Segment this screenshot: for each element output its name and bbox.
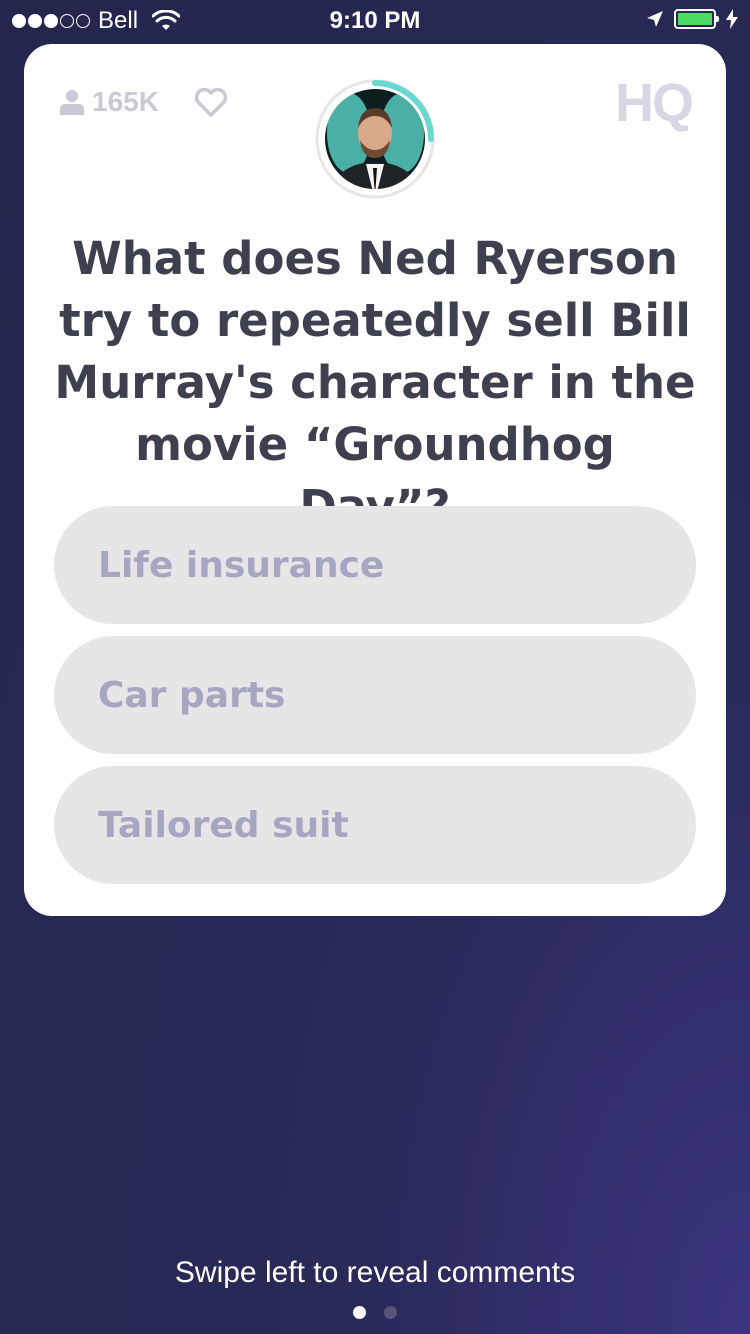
location-arrow-icon bbox=[647, 11, 663, 27]
status-bar: Bell 9:10 PM bbox=[0, 0, 750, 40]
viewer-count-label: 165K bbox=[92, 86, 159, 117]
battery-icon bbox=[674, 9, 719, 29]
viewer-count: 165K bbox=[60, 86, 159, 118]
answer-option-3[interactable]: Tailored suit bbox=[54, 766, 696, 884]
battery-level bbox=[678, 13, 712, 25]
answer-label: Life insurance bbox=[98, 544, 385, 586]
answer-option-1[interactable]: Life insurance bbox=[54, 506, 696, 624]
status-time: 9:10 PM bbox=[329, 7, 421, 34]
person-icon bbox=[60, 90, 84, 115]
question-card: 165K HQ What does Ned Ryerson try to rep… bbox=[24, 44, 726, 916]
page-dot[interactable] bbox=[353, 1306, 366, 1319]
heart-icon[interactable] bbox=[194, 88, 228, 118]
answer-label: Car parts bbox=[98, 674, 286, 716]
host-avatar bbox=[315, 79, 435, 199]
question-text: What does Ned Ryerson try to repeatedly … bbox=[54, 232, 696, 533]
hq-logo: HQ bbox=[615, 73, 694, 133]
lightning-icon bbox=[726, 9, 738, 29]
status-right bbox=[646, 9, 738, 29]
page-indicator[interactable] bbox=[0, 1306, 750, 1319]
answer-label: Tailored suit bbox=[98, 804, 349, 846]
swipe-hint: Swipe left to reveal comments bbox=[174, 1256, 576, 1289]
answer-option-2[interactable]: Car parts bbox=[54, 636, 696, 754]
page-dot[interactable] bbox=[384, 1306, 397, 1319]
